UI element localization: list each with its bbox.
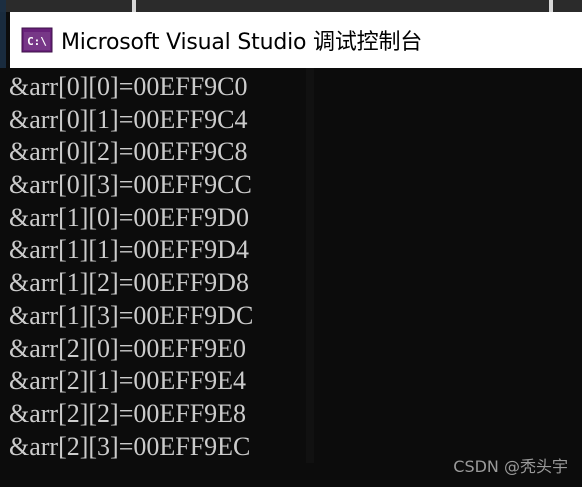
console-line: &arr[0][0]=00EFF9C0 [9,72,248,101]
console-line: &arr[1][2]=00EFF9D8 [9,268,249,298]
editor-marker [132,0,136,12]
console-title-bar[interactable]: C:\ Microsoft Visual Studio 调试控制台 [10,12,582,68]
background-editor-strip [0,0,582,12]
console-line: &arr[1][0]=00EFF9D0 [9,202,249,232]
window-title: Microsoft Visual Studio 调试控制台 [61,30,423,55]
console-line: &arr[2][3]=00EFF9EC [9,431,251,461]
console-line: &arr[0][2]=00EFF9C8 [9,137,248,167]
console-line: &arr[0][1]=00EFF9C4 [9,104,248,134]
editor-marker [549,0,553,12]
watermark: CSDN @秃头宇 [453,457,568,476]
console-line: &arr[0][3]=00EFF9CC [9,170,252,200]
console-line: &arr[2][0]=00EFF9E0 [9,333,247,363]
console-icon-label: C:\ [27,35,47,48]
console-line: &arr[2][1]=00EFF9E4 [9,366,247,396]
console-line: &arr[1][3]=00EFF9DC [9,300,254,330]
console-divider [306,68,314,463]
console-output-lines: &arr[0][0]=00EFF9C0 &arr[0][1]=00EFF9C4 … [9,71,253,463]
console-app-icon: C:\ [21,27,53,53]
console-line: &arr[2][2]=00EFF9E8 [9,398,247,428]
console-line: &arr[1][1]=00EFF9D4 [9,235,249,265]
